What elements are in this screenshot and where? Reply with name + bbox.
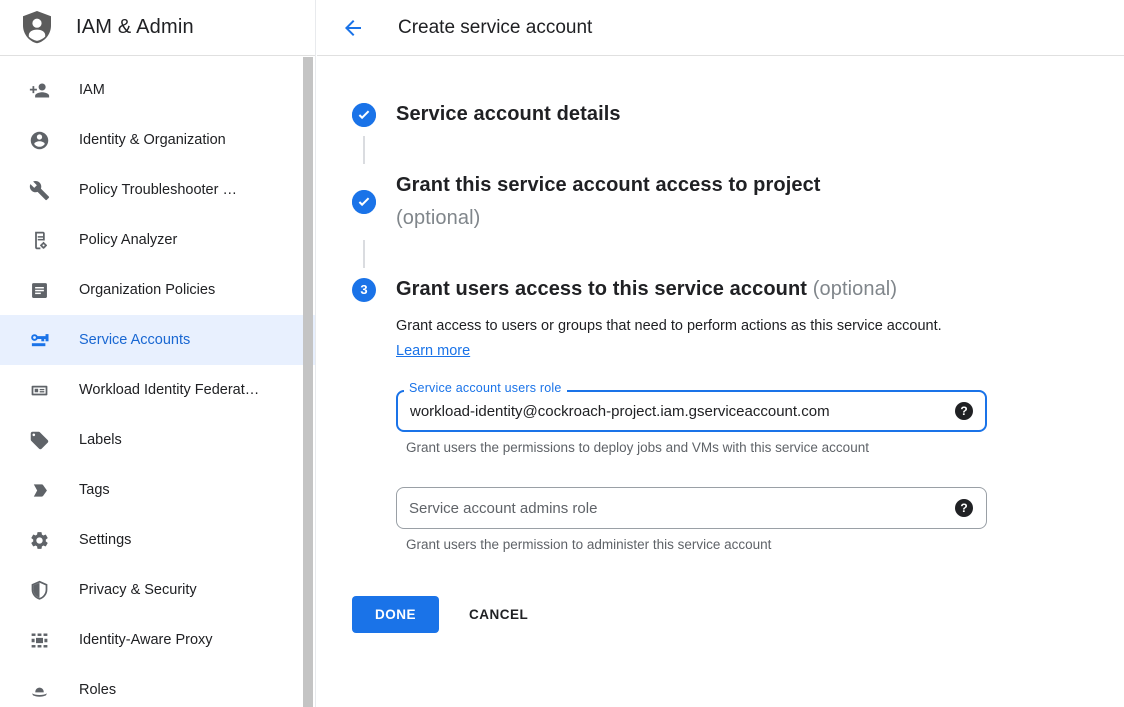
hat-icon — [28, 679, 50, 701]
help-icon[interactable]: ? — [955, 402, 973, 420]
sidebar-item-tags[interactable]: Tags — [0, 465, 315, 515]
step-2-optional-label: (optional) — [396, 202, 821, 235]
sidebar-item-label: Settings — [79, 532, 131, 548]
sidebar-item-label: Tags — [79, 482, 110, 498]
sidebar-item-label: Service Accounts — [79, 332, 190, 348]
learn-more-link[interactable]: Learn more — [396, 343, 470, 359]
sidebar-item-label: Identity-Aware Proxy — [79, 632, 213, 648]
sidebar-item-organization-policies[interactable]: Organization Policies — [0, 265, 315, 315]
step-3-body: Grant access to users or groups that nee… — [396, 314, 1124, 552]
step-3-number-badge: 3 — [352, 278, 376, 302]
badge-card-icon — [28, 379, 50, 401]
proxy-frame-icon — [28, 629, 50, 651]
article-icon — [28, 279, 50, 301]
sidebar-item-label: Roles — [79, 682, 116, 698]
sidebar-item-label: Privacy & Security — [79, 582, 197, 598]
iam-admin-logo-icon — [18, 9, 56, 47]
admins-role-helper-text: Grant users the permission to administer… — [406, 537, 1124, 552]
done-button[interactable]: DONE — [352, 596, 439, 633]
service-account-admins-role-field: ? — [396, 487, 987, 529]
gear-icon — [28, 529, 50, 551]
sidebar-item-workload-identity-federation[interactable]: Workload Identity Federat… — [0, 365, 315, 415]
users-role-floating-label: Service account users role — [404, 381, 567, 395]
step-1-complete-icon — [352, 103, 376, 127]
step-connector — [363, 240, 365, 268]
sidebar-item-privacy-security[interactable]: Privacy & Security — [0, 565, 315, 615]
sidebar-item-labels[interactable]: Labels — [0, 415, 315, 465]
arrow-back-icon — [341, 16, 365, 40]
tag-icon — [28, 429, 50, 451]
sidebar-nav: IAM Identity & Organization Policy Troub… — [0, 56, 315, 707]
sidebar-scrollbar[interactable] — [303, 57, 313, 707]
shield-icon — [28, 579, 50, 601]
sidebar-item-iam[interactable]: IAM — [0, 65, 315, 115]
person-add-icon — [28, 79, 50, 101]
step-1-title: Service account details — [396, 98, 621, 131]
sidebar-item-label: Policy Analyzer — [79, 232, 177, 248]
form-actions: DONE CANCEL — [352, 596, 1124, 633]
account-circle-icon — [28, 129, 50, 151]
step-2-complete-icon — [352, 190, 376, 214]
sidebar-item-label: Labels — [79, 432, 122, 448]
page-title: Create service account — [398, 17, 592, 39]
step-connector — [363, 136, 365, 164]
step-1-service-account-details[interactable]: Service account details — [352, 98, 1124, 131]
cancel-button[interactable]: CANCEL — [469, 607, 528, 622]
sidebar-item-service-accounts[interactable]: Service Accounts — [0, 315, 315, 365]
users-role-helper-text: Grant users the permissions to deploy jo… — [406, 440, 1124, 455]
iam-admin-sidebar: IAM & Admin IAM Identity & Organization — [0, 0, 316, 707]
page-header: Create service account — [317, 0, 1124, 56]
help-icon[interactable]: ? — [955, 499, 973, 517]
sidebar-item-settings[interactable]: Settings — [0, 515, 315, 565]
document-gear-icon — [28, 229, 50, 251]
step-2-title: Grant this service account access to pro… — [396, 169, 821, 202]
service-account-key-icon — [28, 329, 50, 351]
product-title: IAM & Admin — [76, 16, 194, 39]
wrench-icon — [28, 179, 50, 201]
main-panel: Create service account Service account d… — [317, 0, 1124, 707]
step-2-grant-access-to-project[interactable]: Grant this service account access to pro… — [352, 169, 1124, 235]
step-3-optional-label: (optional) — [813, 278, 897, 300]
sidebar-item-label: Identity & Organization — [79, 132, 226, 148]
sidebar-item-policy-troubleshooter[interactable]: Policy Troubleshooter … — [0, 165, 315, 215]
sidebar-item-roles[interactable]: Roles — [0, 665, 315, 707]
sidebar-item-policy-analyzer[interactable]: Policy Analyzer — [0, 215, 315, 265]
sidebar-item-label: Workload Identity Federat… — [79, 382, 259, 398]
sidebar-item-label: Organization Policies — [79, 282, 215, 298]
back-button[interactable] — [341, 16, 365, 40]
admins-role-input[interactable] — [396, 487, 987, 529]
step-3-title: Grant users access to this service accou… — [396, 278, 807, 300]
step-3-grant-users-access[interactable]: 3 Grant users access to this service acc… — [352, 273, 1124, 306]
label-important-icon — [28, 479, 50, 501]
step-3-description: Grant access to users or groups that nee… — [396, 314, 974, 364]
sidebar-item-identity-organization[interactable]: Identity & Organization — [0, 115, 315, 165]
create-service-account-form: Service account details Grant this servi… — [317, 56, 1124, 633]
service-account-users-role-field: Service account users role ? — [396, 390, 987, 432]
sidebar-item-label: Policy Troubleshooter … — [79, 182, 237, 198]
sidebar-item-label: IAM — [79, 82, 105, 98]
sidebar-item-identity-aware-proxy[interactable]: Identity-Aware Proxy — [0, 615, 315, 665]
gcp-console-screen: IAM & Admin IAM Identity & Organization — [0, 0, 1124, 707]
users-role-input[interactable] — [396, 390, 987, 432]
sidebar-header: IAM & Admin — [0, 0, 315, 56]
